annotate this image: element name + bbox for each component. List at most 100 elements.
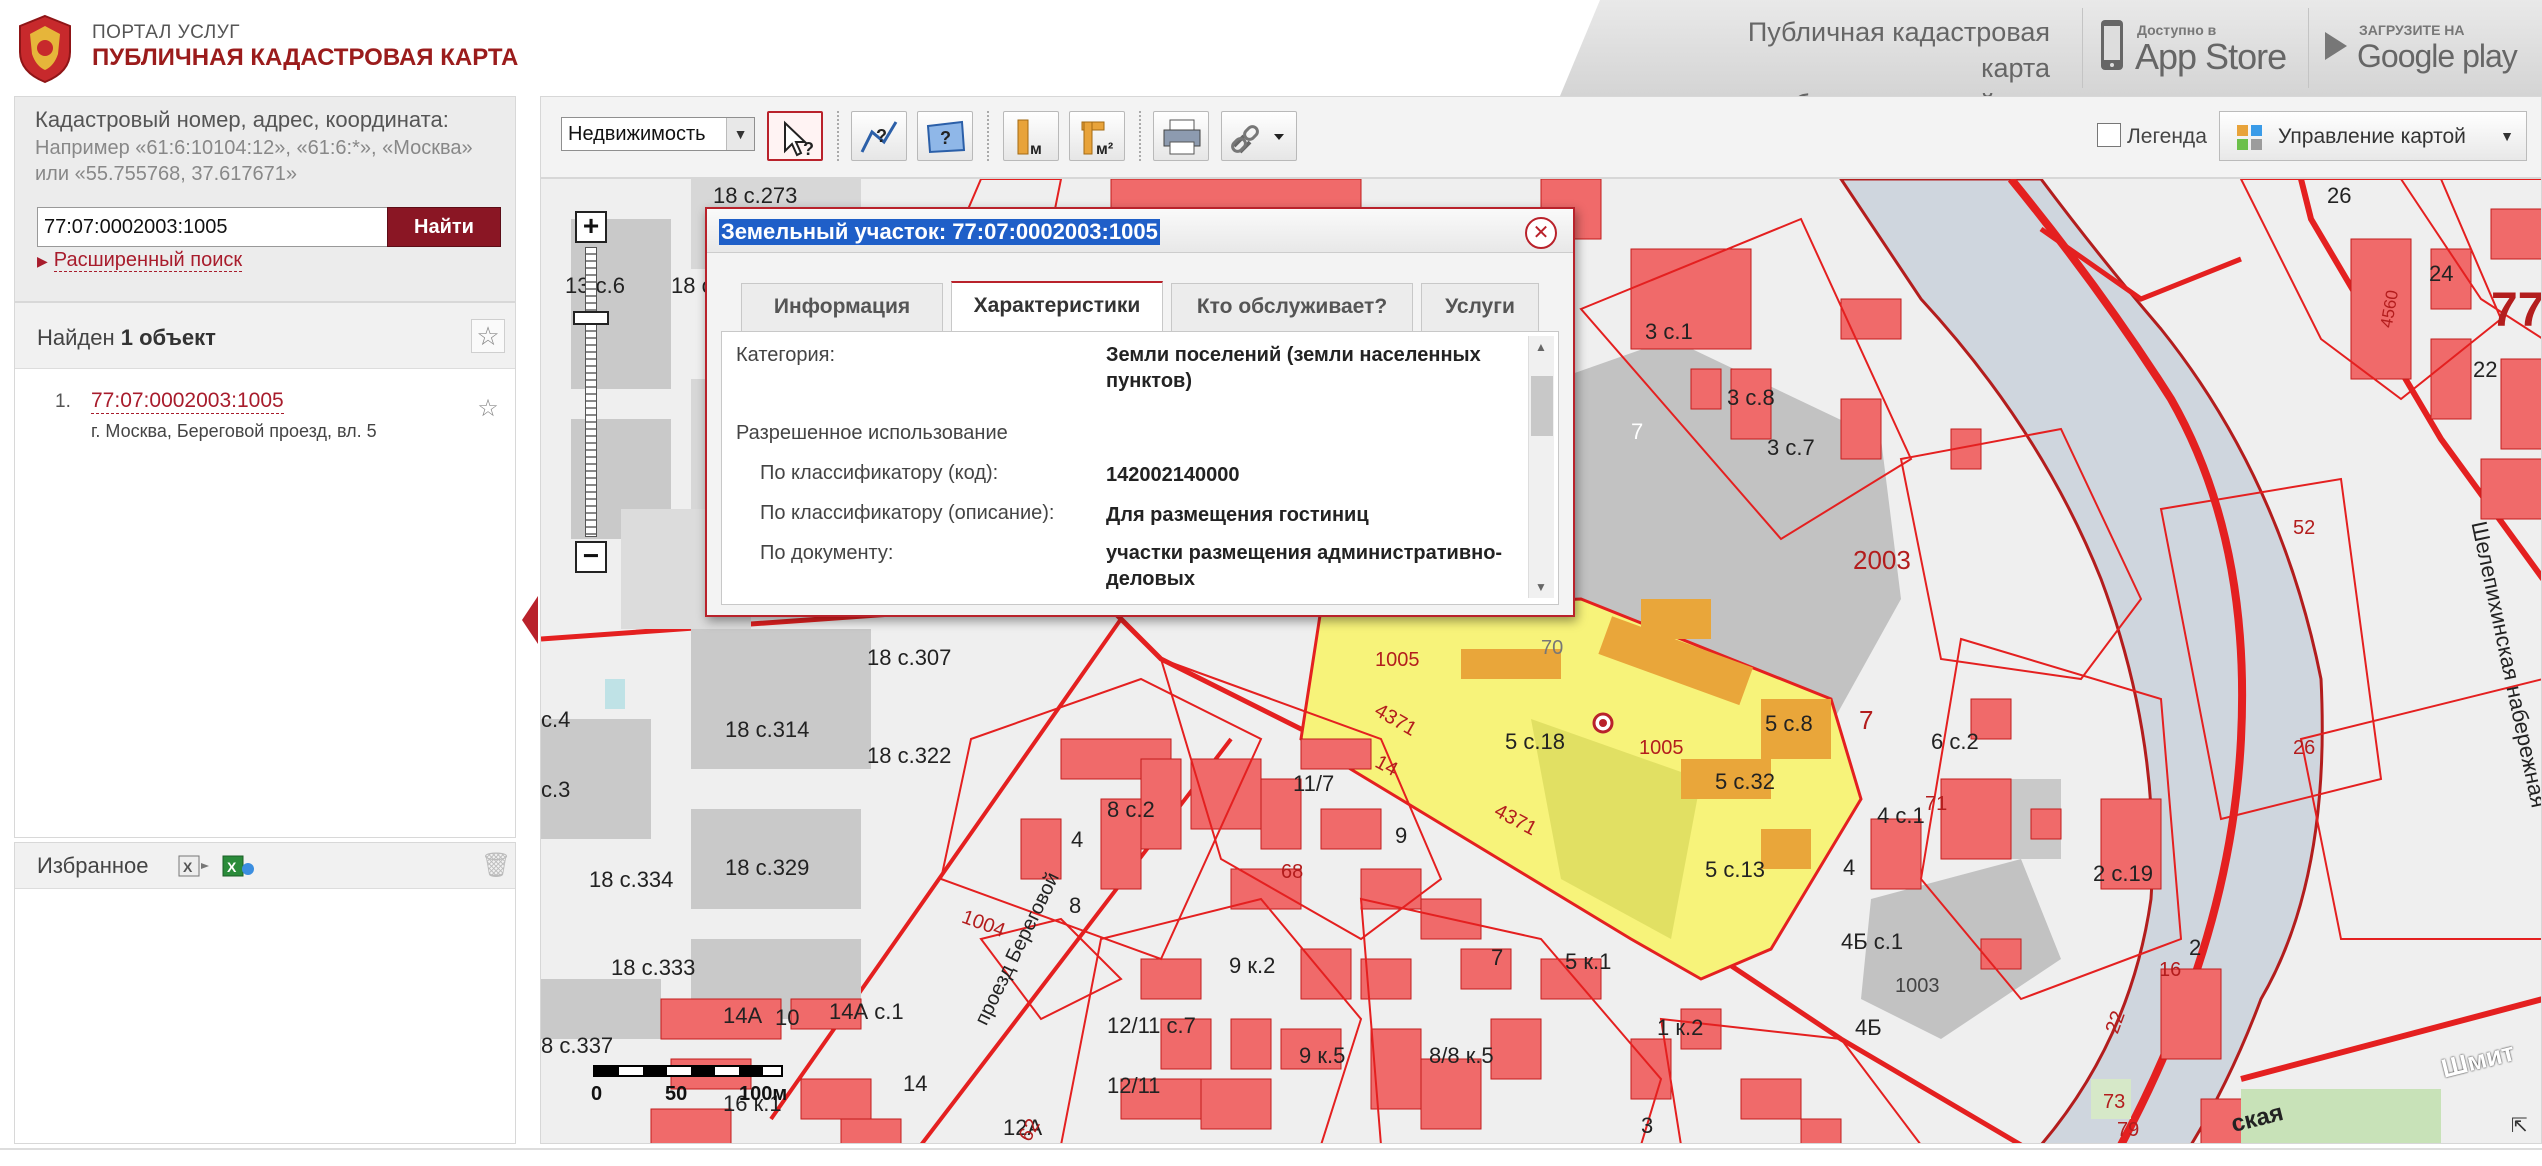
list-item[interactable]: 1. 77:07:0002003:1005 г. Москва, Берегов… [15,383,515,463]
map-label: 3 с.8 [1727,385,1775,410]
grid-icon [2237,125,2262,150]
toolbar-separator [837,111,839,161]
zoom-slider-track[interactable] [585,247,597,537]
map-label: 7 [1491,945,1504,970]
map-label: 9 к.5 [1299,1043,1346,1068]
chevron-up-icon[interactable]: ▲ [1535,340,1547,354]
map-label: 14 [903,1071,928,1096]
trash-icon[interactable]: 🗑 [481,851,511,880]
mobile-promo-banner: Публичная кадастровая карта на мобильном… [1560,0,2542,96]
print-button[interactable] [1153,111,1209,161]
usage-key: Разрешенное использование [736,422,1008,444]
ruler-m-icon: м [1017,119,1042,158]
zoom-control: + − [571,211,611,581]
path-question-icon: ? [860,121,898,153]
map-label: 6 с.2 [1931,729,1979,754]
map-label: 8 с.2 [1107,797,1155,822]
zoom-out-button[interactable]: − [575,541,607,573]
coat-of-arms-logo[interactable] [14,12,76,84]
results-found-prefix: Найден [37,325,115,350]
app-store-big-text: App Store [2135,36,2287,77]
measure-path-button[interactable]: ? [851,111,907,161]
popup-title-bar[interactable]: Земельный участок: 77:07:0002003:1005 ✕ [707,209,1573,253]
svg-text:?: ? [876,126,887,146]
popup-body: Категория: Земли поселений (земли населе… [721,331,1559,605]
measure-distance-button[interactable]: м [1003,111,1059,161]
excel-export-icon[interactable]: X [221,853,255,879]
tab-information[interactable]: Информация [741,283,943,331]
description-key: По классификатору (описание): [760,502,1055,524]
app-store-button[interactable]: Доступно в App Store [2082,8,2302,88]
map-label: с.4 [541,707,571,732]
favorites-header: Избранное X X 🗑 [15,843,515,889]
measure-area-button[interactable]: м² [1069,111,1125,161]
map-label: 3 с.7 [1767,435,1815,460]
search-input[interactable] [37,207,391,247]
chevron-down-icon: ▼ [726,118,754,150]
results-count: Найден 1 объект [37,325,216,351]
find-button[interactable]: Найти [387,207,501,247]
chevron-down-icon: ▼ [2500,128,2514,144]
result-number: 1. [55,391,71,412]
popup-scrollbar-thumb[interactable] [1531,376,1553,436]
selected-location-marker-icon[interactable] [1591,711,1615,735]
cadastral-block-label: 2003 [1853,545,1911,575]
legend-checkbox[interactable] [2097,123,2121,147]
map-label: 1 к.2 [1657,1015,1704,1040]
map-label: 5 к.1 [1565,949,1612,974]
triangle-right-icon: ▶ [37,253,48,269]
document-key: По документу: [760,542,894,564]
layer-select[interactable]: Недвижимость ▼ [561,117,755,151]
tab-who-serves[interactable]: Кто обслуживает? [1171,283,1413,331]
cadastral-district-label: 77 [2491,284,2542,337]
google-play-small-text: ЗАГРУЗИТЕ НА [2359,22,2465,38]
identify-tool-button[interactable]: ? [767,111,823,161]
cursor-question-icon: ? [784,120,814,159]
map-label: 18 с.273 [713,183,798,208]
advanced-search-label[interactable]: Расширенный поиск [53,249,243,272]
result-link[interactable]: 77:07:0002003:1005 [91,389,284,414]
close-icon[interactable]: ✕ [1525,217,1557,249]
excel-import-icon[interactable]: X [177,853,211,879]
tab-services[interactable]: Услуги [1421,283,1539,331]
svg-text:?: ? [803,139,814,159]
advanced-search-link[interactable]: ▶ Расширенный поиск [37,249,243,272]
search-hint: Например «61:6:10104:12», «61:6:*», «Мос… [35,137,473,185]
favorite-star-icon[interactable]: ☆ [473,393,503,423]
portal-label[interactable]: ПОРТАЛ УСЛУГ [92,22,240,44]
zoom-slider-handle[interactable] [573,311,609,325]
parcel-info-popup: Земельный участок: 77:07:0002003:1005 ✕ … [705,207,1575,617]
zoom-in-button[interactable]: + [575,211,607,243]
cadastral-label: 1005 [1375,649,1420,671]
share-link-button[interactable] [1221,111,1297,161]
description-value: Для размещения гостиниц [1106,504,1369,526]
map-label: 9 [1395,823,1408,848]
map-label: 18 с.307 [867,645,952,670]
map-label: 10 [775,1005,800,1030]
printer-icon [1163,119,1201,155]
google-play-button[interactable]: ЗАГРУЗИТЕ НА Google play [2308,8,2542,88]
legend-label[interactable]: Легенда [2127,125,2207,149]
scale-bar-graphic [593,1065,783,1077]
map-label: 18 с.314 [725,717,810,742]
map-label: 8/8 к.5 [1429,1043,1494,1068]
cadastral-label: 71 [1925,793,1948,815]
area-identify-button[interactable]: ? [917,111,973,161]
fullscreen-icon[interactable]: ⇱ [2511,1113,2533,1137]
cadastral-label: 73 [2103,1091,2126,1113]
map-label: 24 [2429,261,2454,286]
layer-select-value: Недвижимость [568,123,706,145]
site-title[interactable]: ПУБЛИЧНАЯ КАДАСТРОВАЯ КАРТА [92,44,518,72]
map-toolbar: Недвижимость ▼ ? ? ? м м² Легенда Управл… [540,96,2542,178]
cadastral-label: 1005 [1639,737,1684,759]
link-icon [1231,125,1284,154]
chevron-down-icon[interactable]: ▼ [1535,580,1547,594]
popup-scrollbar[interactable]: ▲ ▼ [1528,336,1554,598]
map-manager-button[interactable]: Управление картой ▼ [2219,111,2527,161]
collapse-panel-handle[interactable] [522,596,538,644]
ruler-m2-icon: м² [1081,121,1113,158]
tab-characteristics[interactable]: Характеристики [951,281,1163,331]
map-canvas[interactable]: 18 с.273 13 с.6 18 с. 18 с.307 18 с.314 … [540,178,2542,1144]
map-label: 18 с.329 [725,855,810,880]
favorite-all-star-icon[interactable]: ☆ [471,319,505,353]
